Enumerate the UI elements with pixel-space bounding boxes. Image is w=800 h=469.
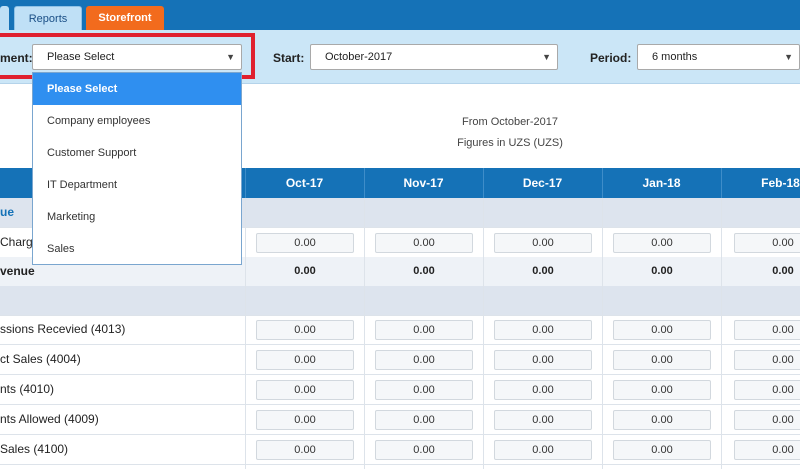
amount-input[interactable]: 0.00 [256,233,354,253]
amount-input[interactable]: 0.00 [613,440,711,460]
amount-input[interactable]: 0.00 [494,233,592,253]
total-value: 0.00 [532,265,554,277]
start-label: Start: [273,51,305,65]
table-row: ct Sales (4004) 0.00 0.00 0.00 0.00 0.00 [0,345,800,375]
amount-input[interactable]: 0.00 [734,350,800,370]
column-header: Oct-17 [245,168,363,198]
amount-input[interactable]: 0.00 [613,233,711,253]
amount-input[interactable]: 0.00 [375,380,473,400]
row-label: Sales (4100) [0,442,69,456]
total-value: 0.00 [413,265,435,277]
top-nav-bar: Reports Storefront [0,0,800,30]
period-select[interactable]: 6 months ▼ [637,44,800,70]
start-month-value: October-2017 [325,51,393,63]
total-value: 0.00 [651,265,673,277]
column-divider [602,198,603,469]
column-header: Nov-17 [364,168,482,198]
column-divider [721,198,722,469]
amount-input[interactable]: 0.00 [375,320,473,340]
amount-input[interactable]: 0.00 [494,350,592,370]
row-label: nts Allowed (4009) [0,412,99,426]
section-label: ue [0,205,15,219]
dropdown-option-marketing[interactable]: Marketing [33,201,241,233]
row-label: ct Sales (4004) [0,352,81,366]
amount-input[interactable]: 0.00 [256,410,354,430]
row-label: ssions Recevied (4013) [0,322,126,336]
amount-input[interactable]: 0.00 [256,350,354,370]
chevron-down-icon: ▼ [542,52,551,62]
amount-input[interactable]: 0.00 [375,410,473,430]
amount-input[interactable]: 0.00 [375,233,473,253]
report-date-range: From October-2017 [462,116,558,128]
row-label: nts (4010) [0,382,55,396]
amount-input[interactable]: 0.00 [734,410,800,430]
amount-input[interactable]: 0.00 [613,410,711,430]
amount-input[interactable]: 0.00 [734,380,800,400]
amount-input[interactable]: 0.00 [613,350,711,370]
amount-input[interactable]: 0.00 [375,440,473,460]
table-row: nts (4010) 0.00 0.00 0.00 0.00 0.00 [0,375,800,405]
period-value: 6 months [652,51,698,63]
dropdown-option-it-department[interactable]: IT Department [33,169,241,201]
amount-input[interactable]: 0.00 [494,320,592,340]
row-label: venue [0,264,35,278]
column-header: Jan-18 [602,168,720,198]
amount-input[interactable]: 0.00 [494,380,592,400]
column-header: Dec-17 [483,168,601,198]
amount-input[interactable]: 0.00 [613,380,711,400]
amount-input[interactable]: 0.00 [494,410,592,430]
period-label: Period: [590,51,632,65]
amount-input[interactable]: 0.00 [734,440,800,460]
table-row: ssions Recevied (4013) 0.00 0.00 0.00 0.… [0,315,800,345]
amount-input[interactable]: 0.00 [613,320,711,340]
report-currency-note: Figures in UZS (UZS) [457,137,563,149]
tab-storefront[interactable]: Storefront [86,6,164,30]
total-value: 0.00 [294,265,316,277]
department-dropdown-list: Please Select Company employees Customer… [32,72,242,265]
amount-input[interactable]: 0.00 [256,320,354,340]
amount-input[interactable]: 0.00 [734,233,800,253]
amount-input[interactable]: 0.00 [494,440,592,460]
column-divider [483,198,484,469]
chevron-down-icon: ▼ [784,52,793,62]
start-month-select[interactable]: October-2017 ▼ [310,44,558,70]
column-divider [364,198,365,469]
column-header: Feb-18 [721,168,800,198]
tab-previous[interactable] [0,6,9,30]
dropdown-option-please-select[interactable]: Please Select [33,73,241,105]
amount-input[interactable]: 0.00 [375,350,473,370]
tab-reports[interactable]: Reports [14,6,82,30]
table-section-row [0,286,800,316]
row-label: Charg [0,235,33,249]
table-row: nts Allowed (4009) 0.00 0.00 0.00 0.00 0… [0,405,800,435]
amount-input[interactable]: 0.00 [256,380,354,400]
total-value: 0.00 [772,265,794,277]
amount-input[interactable]: 0.00 [256,440,354,460]
dropdown-option-company-employees[interactable]: Company employees [33,105,241,137]
table-row: Sales (4100) 0.00 0.00 0.00 0.00 0.00 [0,435,800,465]
dropdown-option-customer-support[interactable]: Customer Support [33,137,241,169]
column-divider [245,198,246,469]
dropdown-option-sales[interactable]: Sales [33,233,241,265]
amount-input[interactable]: 0.00 [734,320,800,340]
